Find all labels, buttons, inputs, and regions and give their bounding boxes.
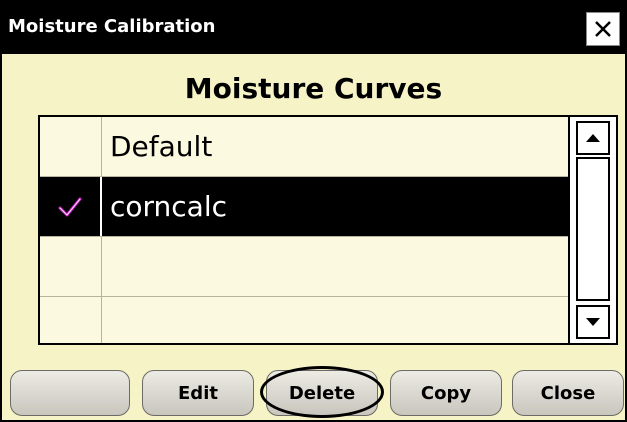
close-window-button[interactable]	[586, 12, 620, 46]
window-title: Moisture Calibration	[8, 16, 216, 37]
delete-button[interactable]: Delete	[266, 370, 378, 416]
check-cell	[40, 177, 102, 236]
list-item-label: Default	[110, 130, 213, 163]
arrow-up-icon	[586, 134, 600, 142]
blank-button[interactable]	[10, 370, 130, 416]
check-cell	[40, 117, 102, 176]
list-heading: Moisture Curves	[184, 72, 443, 105]
title-bar: Moisture Calibration	[2, 2, 625, 54]
copy-button[interactable]: Copy	[390, 370, 502, 416]
moisture-curves-list: Default corncalc	[38, 115, 618, 345]
list-item-empty[interactable]	[40, 237, 572, 297]
check-cell	[40, 297, 102, 343]
edit-button[interactable]: Edit	[142, 370, 254, 416]
arrow-down-icon	[586, 318, 600, 326]
close-icon	[595, 21, 611, 37]
button-bar: Edit Delete Copy Close	[6, 370, 624, 418]
scroll-thumb[interactable]	[576, 157, 610, 301]
list-scrollbar[interactable]	[568, 115, 618, 345]
check-cell	[40, 237, 102, 296]
list-item-corncalc[interactable]: corncalc	[40, 177, 572, 237]
moisture-calibration-window: Moisture Calibration Moisture Curves Def…	[0, 0, 627, 422]
scroll-up-button[interactable]	[576, 121, 610, 155]
list-item-empty[interactable]	[40, 297, 572, 343]
close-button[interactable]: Close	[512, 370, 624, 416]
list-item-default[interactable]: Default	[40, 117, 572, 177]
checkmark-icon	[58, 197, 82, 216]
scroll-down-button[interactable]	[576, 305, 610, 339]
list-item-label: corncalc	[110, 190, 228, 223]
